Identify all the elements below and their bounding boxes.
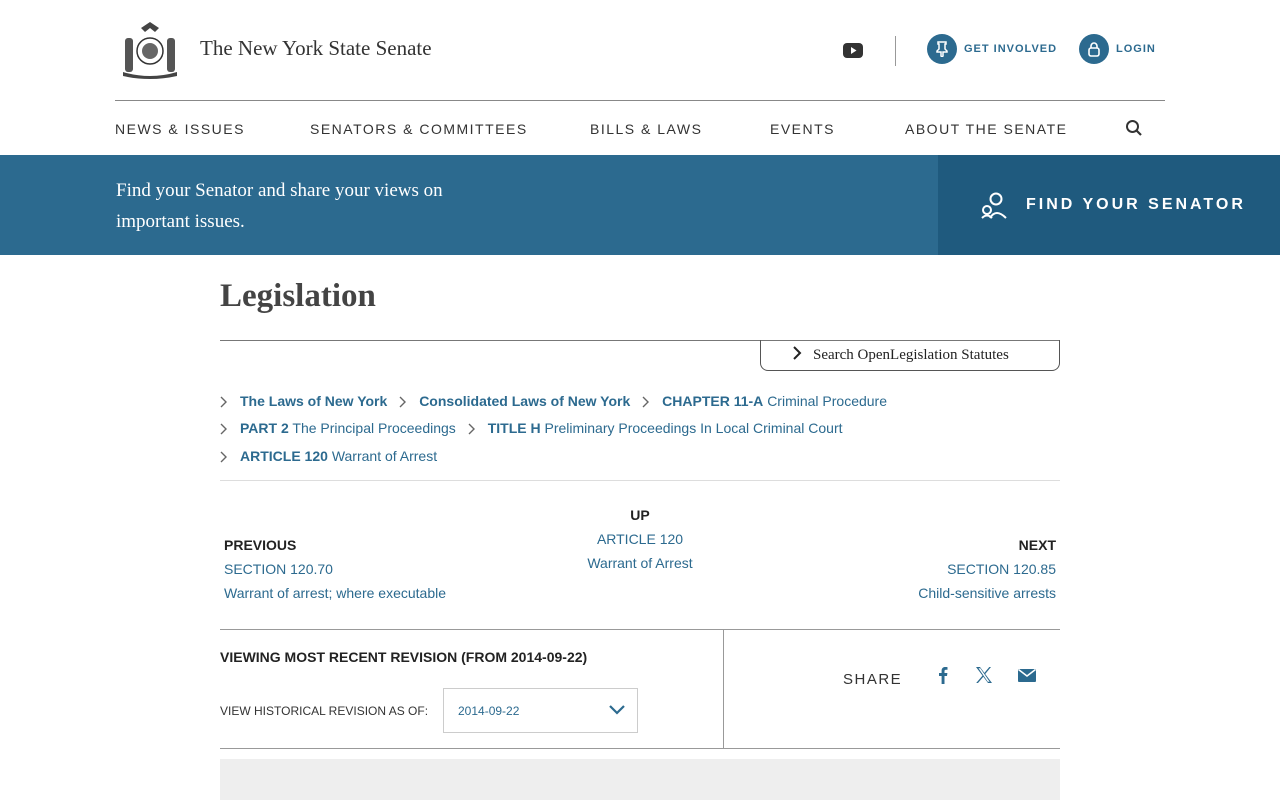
share-label: SHARE	[843, 671, 903, 688]
statute-content-box	[220, 759, 1060, 800]
site-name[interactable]: The New York State Senate	[200, 36, 432, 61]
previous-section: PREVIOUS SECTION 120.70 Warrant of arres…	[224, 533, 446, 605]
breadcrumb-article[interactable]: ARTICLE 120 Warrant of Arrest	[220, 448, 437, 464]
chevron-right-icon	[220, 396, 227, 408]
site-header: The New York State Senate GET INVOLVED L…	[115, 0, 1165, 101]
revision-panel: VIEWING MOST RECENT REVISION (FROM 2014-…	[220, 629, 1060, 749]
nav-events[interactable]: EVENTS	[770, 121, 835, 137]
ny-state-seal-icon[interactable]	[119, 18, 181, 80]
search-openlegislation-label: Search OpenLegislation Statutes	[813, 346, 1009, 363]
breadcrumb-row: PART 2 The Principal Proceedings TITLE H…	[220, 420, 851, 436]
chevron-right-icon	[220, 451, 227, 463]
next-section-link[interactable]: SECTION 120.85	[918, 557, 1056, 581]
chevron-down-icon	[609, 705, 625, 715]
page-title: Legislation	[220, 278, 376, 314]
up-section: UP ARTICLE 120 Warrant of Arrest	[540, 503, 740, 575]
banner-text: Find your Senator and share your views o…	[116, 180, 443, 232]
previous-section-title-link[interactable]: Warrant of arrest; where executable	[224, 581, 446, 605]
login-label: LOGIN	[1116, 43, 1156, 55]
revision-date-select[interactable]: 2014-09-22	[443, 688, 638, 733]
header-divider	[895, 36, 896, 66]
breadcrumb-consolidated-laws[interactable]: Consolidated Laws of New York	[399, 393, 630, 409]
search-icon[interactable]	[1125, 119, 1143, 137]
breadcrumb-divider	[220, 480, 1060, 481]
up-article-link[interactable]: ARTICLE 120	[540, 527, 740, 551]
find-your-senator-button[interactable]: FIND YOUR SENATOR	[938, 155, 1280, 255]
revision-selected-value: 2014-09-22	[458, 703, 520, 718]
get-involved-label: GET INVOLVED	[964, 43, 1058, 55]
facebook-icon[interactable]	[933, 665, 953, 685]
up-article-title-link[interactable]: Warrant of Arrest	[540, 551, 740, 575]
breadcrumb-part[interactable]: PART 2 The Principal Proceedings	[220, 420, 456, 436]
breadcrumb-row: The Laws of New York Consolidated Laws o…	[220, 393, 895, 409]
chevron-right-icon	[220, 423, 227, 435]
lock-icon	[1079, 34, 1109, 64]
nav-news-issues[interactable]: NEWS & ISSUES	[115, 121, 245, 137]
previous-section-link[interactable]: SECTION 120.70	[224, 557, 446, 581]
x-twitter-icon[interactable]	[974, 665, 994, 685]
main-nav: NEWS & ISSUES SENATORS & COMMITTEES BILL…	[115, 101, 1165, 155]
revision-select-label: VIEW HISTORICAL REVISION AS OF:	[220, 704, 429, 718]
breadcrumb-chapter[interactable]: CHAPTER 11-A Criminal Procedure	[642, 393, 887, 409]
pushpin-icon	[927, 34, 957, 64]
email-icon[interactable]	[1017, 665, 1037, 685]
breadcrumb-row: ARTICLE 120 Warrant of Arrest	[220, 448, 445, 464]
youtube-icon[interactable]	[843, 43, 863, 58]
next-section-title-link[interactable]: Child-sensitive arrests	[918, 581, 1056, 605]
breadcrumb-title[interactable]: TITLE H Preliminary Proceedings In Local…	[468, 420, 843, 436]
chevron-right-icon	[793, 346, 802, 360]
login-button[interactable]: LOGIN	[1079, 34, 1156, 64]
search-openlegislation-button[interactable]: Search OpenLegislation Statutes	[760, 340, 1060, 371]
find-senator-banner: Find your Senator and share your views o…	[0, 155, 938, 255]
chevron-right-icon	[399, 396, 407, 408]
previous-heading: PREVIOUS	[224, 537, 297, 553]
next-heading: NEXT	[1018, 537, 1056, 553]
nav-senators-committees[interactable]: SENATORS & COMMITTEES	[310, 121, 528, 137]
nav-bills-laws[interactable]: BILLS & LAWS	[590, 121, 702, 137]
senator-location-icon	[981, 192, 1007, 219]
up-heading: UP	[630, 507, 650, 523]
chevron-right-icon	[642, 396, 650, 408]
revision-divider	[723, 630, 724, 748]
find-your-senator-label: FIND YOUR SENATOR	[1026, 196, 1246, 213]
chevron-right-icon	[468, 423, 475, 435]
get-involved-button[interactable]: GET INVOLVED	[927, 34, 1057, 64]
revision-title: VIEWING MOST RECENT REVISION (FROM 2014-…	[220, 649, 588, 665]
nav-about-senate[interactable]: ABOUT THE SENATE	[905, 121, 1067, 137]
breadcrumb-laws-of-new-york[interactable]: The Laws of New York	[220, 393, 387, 409]
next-section: NEXT SECTION 120.85 Child-sensitive arre…	[918, 533, 1056, 605]
